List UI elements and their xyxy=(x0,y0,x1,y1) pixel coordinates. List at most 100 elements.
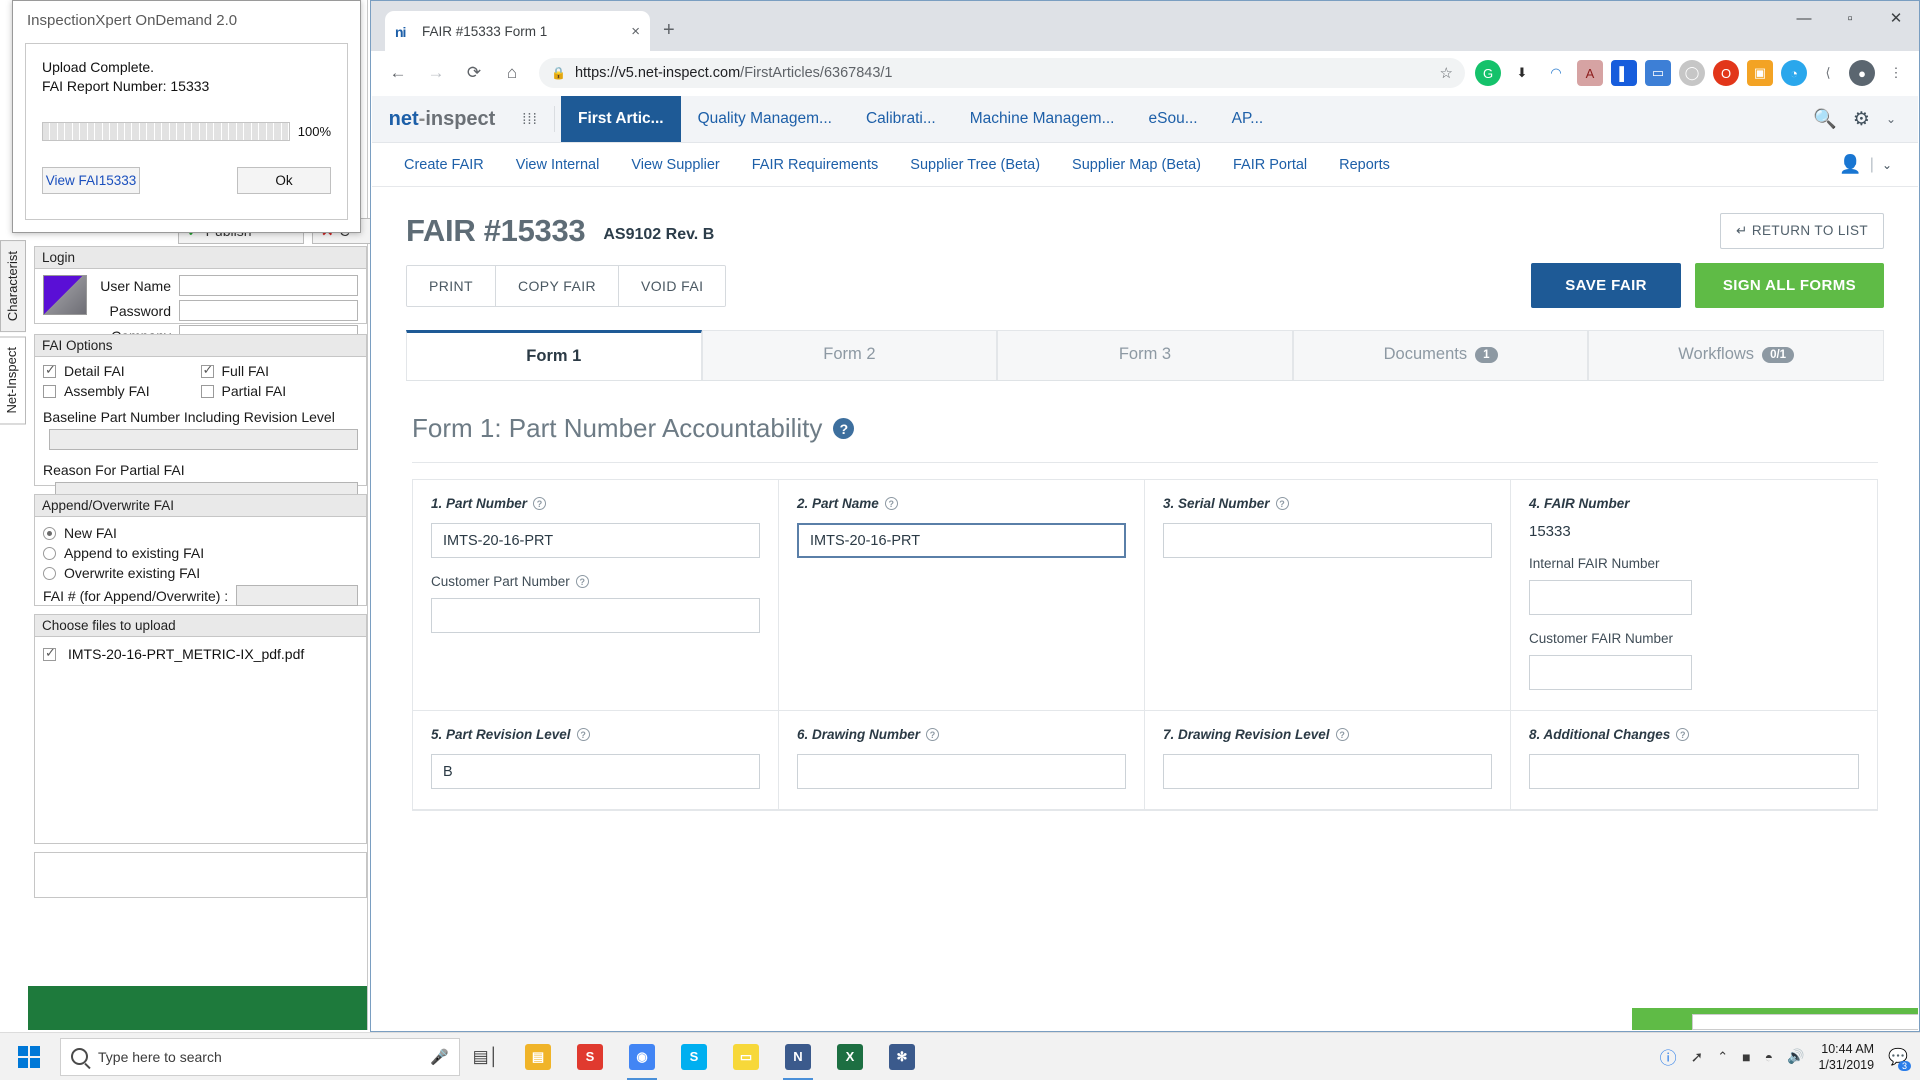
close-tab-icon[interactable]: × xyxy=(631,23,640,40)
partial-fai-checkbox[interactable] xyxy=(201,385,214,398)
subnav-item-4[interactable]: Supplier Tree (Beta) xyxy=(894,157,1056,173)
part-number-input[interactable]: IMTS-20-16-PRT xyxy=(431,523,760,558)
wifi-icon[interactable]: ◓ xyxy=(1765,1049,1773,1065)
new-tab-button[interactable]: + xyxy=(663,19,675,42)
maximize-window-button[interactable]: ▫ xyxy=(1827,1,1873,35)
forward-icon[interactable]: → xyxy=(419,56,453,90)
reload-icon[interactable]: ⟳ xyxy=(457,56,491,90)
subnav-item-1[interactable]: View Internal xyxy=(500,157,616,173)
grammarly-icon[interactable]: G xyxy=(1475,60,1501,86)
bitwarden-icon[interactable]: ▌ xyxy=(1611,60,1637,86)
topnav-item-4[interactable]: eSou... xyxy=(1132,96,1215,142)
opera-icon[interactable]: O xyxy=(1713,60,1739,86)
assembly-fai-checkbox[interactable] xyxy=(43,385,56,398)
topnav-item-0[interactable]: First Artic... xyxy=(561,96,681,142)
info-icon[interactable]: ? xyxy=(533,497,546,510)
subnav-item-2[interactable]: View Supplier xyxy=(615,157,735,173)
password-input[interactable] xyxy=(179,300,358,321)
topnav-item-1[interactable]: Quality Managem... xyxy=(681,96,849,142)
profile-avatar[interactable]: ● xyxy=(1849,60,1875,86)
help-icon[interactable]: ⓘ xyxy=(1660,1044,1677,1069)
subnav-item-3[interactable]: FAIR Requirements xyxy=(736,157,895,173)
close-window-button[interactable]: ✕ xyxy=(1873,1,1919,35)
taskbar-app-inspectionxpert-app[interactable]: N xyxy=(772,1033,824,1080)
file-list-item[interactable]: IMTS-20-16-PRT_METRIC-IX_pdf.pdf xyxy=(35,641,366,667)
taskbar-app-sticky-notes[interactable]: ▭ xyxy=(720,1033,772,1080)
void-fai-button[interactable]: VOID FAI xyxy=(619,266,725,306)
copy-fair-button[interactable]: COPY FAIR xyxy=(496,266,619,306)
microphone-icon[interactable]: 🎤 xyxy=(430,1048,449,1066)
help-icon[interactable]: ? xyxy=(833,418,854,439)
save-fair-button[interactable]: SAVE FAIR xyxy=(1531,263,1681,308)
notification-center-icon[interactable]: 💬 3 xyxy=(1888,1047,1908,1067)
subnav-item-5[interactable]: Supplier Map (Beta) xyxy=(1056,157,1217,173)
form-tab-2[interactable]: Form 3 xyxy=(997,330,1293,380)
username-input[interactable] xyxy=(179,275,358,296)
radio-append-existing-fai[interactable] xyxy=(43,547,56,560)
gear-caret-icon[interactable]: ⌄ xyxy=(1886,112,1896,126)
fai-number-input[interactable] xyxy=(236,585,358,606)
topnav-item-3[interactable]: Machine Managem... xyxy=(953,96,1132,142)
taskbar-app-misc-app[interactable]: ✻ xyxy=(876,1033,928,1080)
share-icon[interactable]: ➚ xyxy=(1691,1048,1704,1066)
chrome-menu-icon[interactable]: ⋮ xyxy=(1883,60,1909,86)
vertical-tab-net-inspect[interactable]: Net-Inspect xyxy=(0,336,26,424)
vertical-tab-characteristics[interactable]: Characterist xyxy=(0,240,26,332)
sign-all-forms-button[interactable]: SIGN ALL FORMS xyxy=(1695,263,1884,308)
taskbar-clock[interactable]: 10:44 AM 1/31/2019 xyxy=(1818,1041,1874,1073)
bookmark-star-icon[interactable]: ☆ xyxy=(1440,64,1453,82)
circle-grey-icon[interactable]: ◯ xyxy=(1679,60,1705,86)
serial-number-input[interactable] xyxy=(1163,523,1492,558)
full-fai-checkbox[interactable] xyxy=(201,365,214,378)
minimize-window-button[interactable]: — xyxy=(1781,1,1827,35)
radio-new-fai[interactable] xyxy=(43,527,56,540)
subnav-item-7[interactable]: Reports xyxy=(1323,157,1406,173)
topnav-item-2[interactable]: Calibrati... xyxy=(849,96,953,142)
taskbar-search-box[interactable]: Type here to search 🎤 xyxy=(60,1038,460,1076)
radio-overwrite-existing-fai[interactable] xyxy=(43,567,56,580)
baseline-part-number-input[interactable] xyxy=(49,429,358,450)
download-icon[interactable]: ⬇ xyxy=(1509,60,1535,86)
form-tab-1[interactable]: Form 2 xyxy=(702,330,998,380)
adobe-acrobat-icon[interactable]: A xyxy=(1577,60,1603,86)
chevron-up-icon[interactable]: ⌃ xyxy=(1717,1049,1728,1065)
search-icon[interactable]: 🔍 xyxy=(1813,107,1837,131)
additional-changes-input[interactable] xyxy=(1529,754,1859,789)
internal-fair-number-input[interactable] xyxy=(1529,580,1692,615)
info-icon[interactable]: ? xyxy=(1336,728,1349,741)
taskbar-app-file-explorer[interactable]: ▤ xyxy=(512,1033,564,1080)
taskbar-app-google-chrome[interactable]: ◉ xyxy=(616,1033,668,1080)
info-icon[interactable]: ? xyxy=(1276,497,1289,510)
return-to-list-button[interactable]: ↵ RETURN TO LIST xyxy=(1720,213,1884,249)
customer-fair-number-input[interactable] xyxy=(1529,655,1692,690)
info-icon[interactable]: ? xyxy=(926,728,939,741)
file-checkbox[interactable] xyxy=(43,648,56,661)
bracket-icon[interactable]: ⟨ xyxy=(1815,60,1841,86)
chat-blue-icon[interactable]: ◔ xyxy=(1781,60,1807,86)
screen-icon[interactable]: ▭ xyxy=(1645,60,1671,86)
start-button[interactable] xyxy=(0,1033,58,1080)
topnav-item-5[interactable]: AP... xyxy=(1215,96,1281,142)
user-caret-icon[interactable]: ⌄ xyxy=(1882,158,1892,172)
task-view-button[interactable]: ▤│ xyxy=(460,1033,512,1080)
info-icon[interactable]: ? xyxy=(577,728,590,741)
form-tab-0[interactable]: Form 1 xyxy=(406,330,702,380)
form-tab-3[interactable]: Documents1 xyxy=(1293,330,1589,380)
fox-orange-icon[interactable]: ▣ xyxy=(1747,60,1773,86)
address-bar[interactable]: 🔒 https://v5.net-inspect.com/FirstArticl… xyxy=(539,58,1465,88)
print-button[interactable]: PRINT xyxy=(407,266,496,306)
subnav-item-0[interactable]: Create FAIR xyxy=(388,157,500,173)
customer-part-number-input[interactable] xyxy=(431,598,760,633)
taskbar-app-sharepoint-app[interactable]: S xyxy=(564,1033,616,1080)
browser-tab[interactable]: ni FAIR #15333 Form 1 × xyxy=(385,11,650,51)
drawing-revision-input[interactable] xyxy=(1163,754,1492,789)
back-icon[interactable]: ← xyxy=(381,56,415,90)
form-tab-4[interactable]: Workflows0/1 xyxy=(1588,330,1884,380)
drawing-number-input[interactable] xyxy=(797,754,1126,789)
battery-icon[interactable]: ■ xyxy=(1742,1049,1750,1065)
info-icon[interactable]: ? xyxy=(885,497,898,510)
subnav-item-6[interactable]: FAIR Portal xyxy=(1217,157,1323,173)
app-grid-icon[interactable]: ⁞⁞⁞ xyxy=(512,96,548,142)
home-icon[interactable]: ⌂ xyxy=(495,56,529,90)
detail-fai-checkbox[interactable] xyxy=(43,365,56,378)
